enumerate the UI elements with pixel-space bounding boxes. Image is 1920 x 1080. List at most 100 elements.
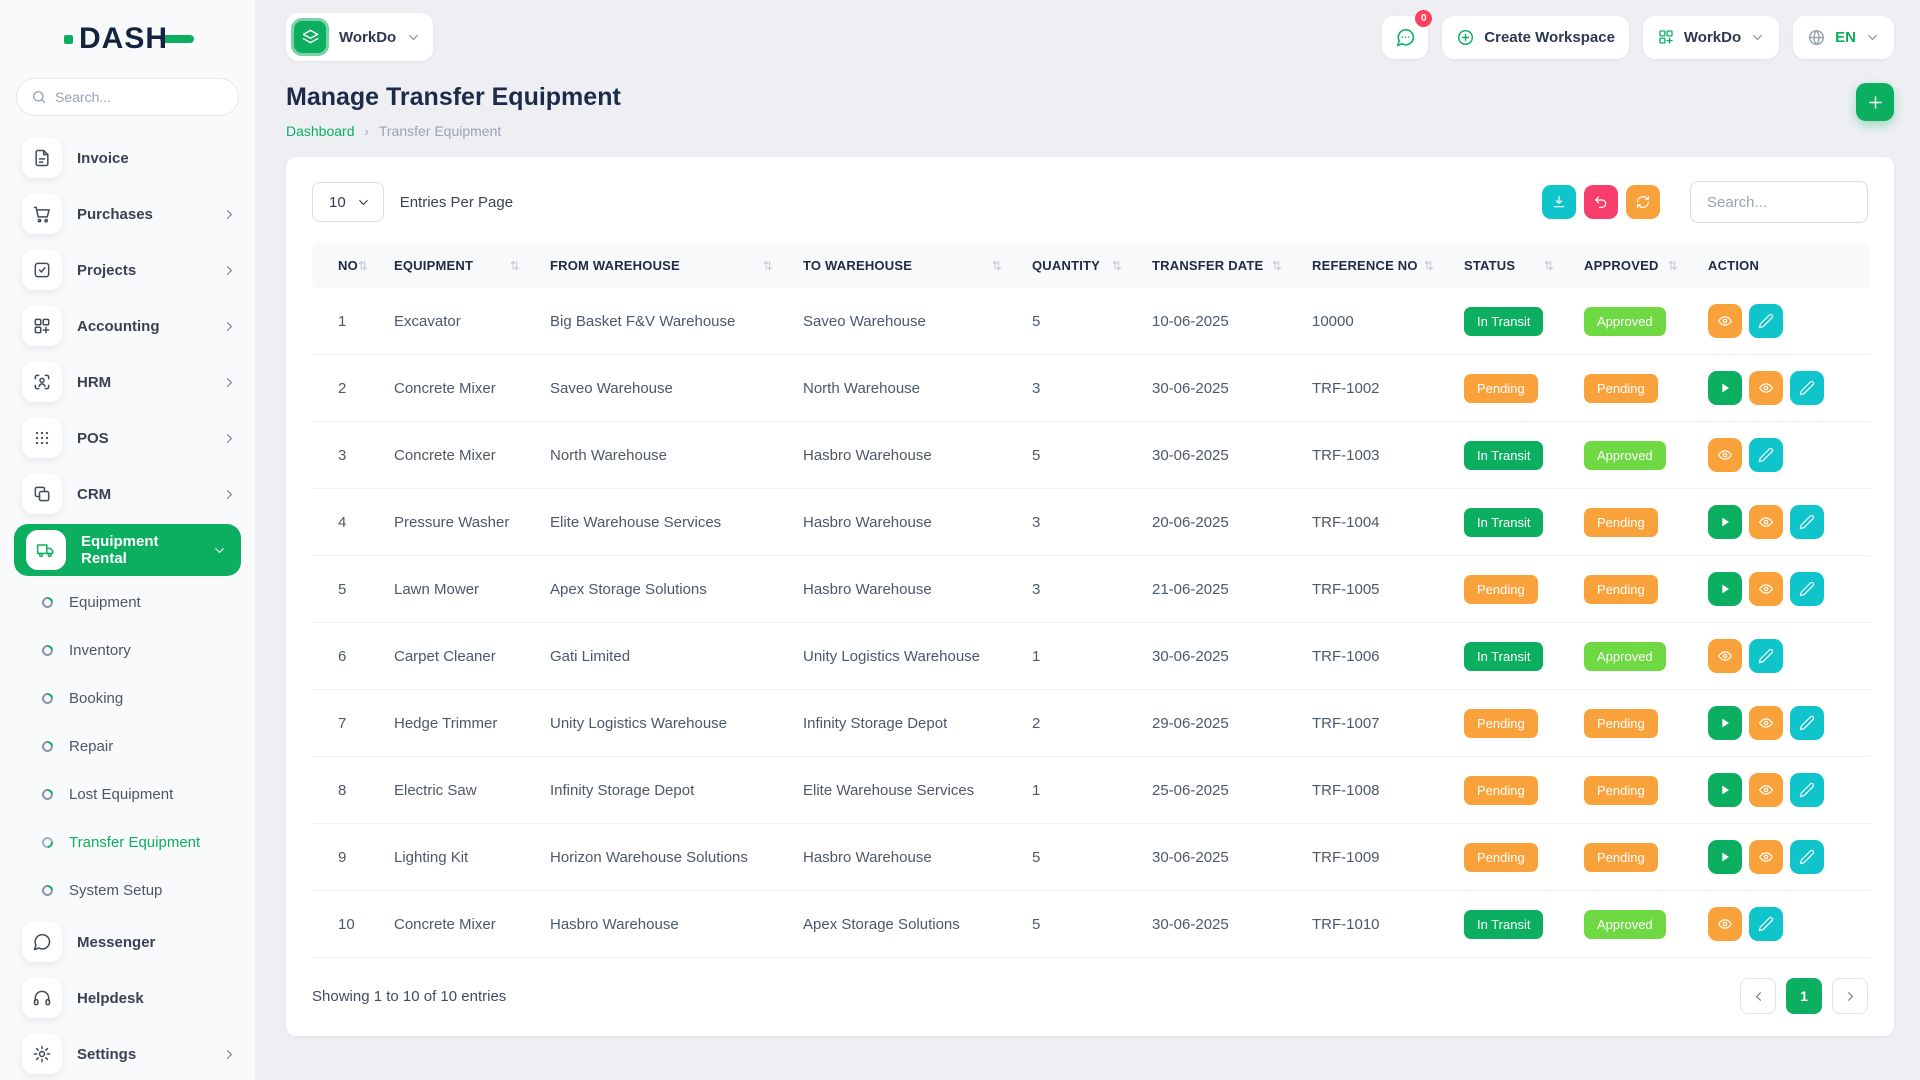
grid-plus-icon (1657, 28, 1675, 46)
edit-button[interactable] (1749, 639, 1783, 673)
language-selector[interactable]: EN (1793, 16, 1894, 59)
bullet-icon (40, 786, 55, 801)
view-button[interactable] (1708, 907, 1742, 941)
column-header-from-warehouse[interactable]: FROM WAREHOUSE⇅ (540, 243, 793, 288)
cell-from-warehouse: Elite Warehouse Services (540, 489, 793, 556)
cell-quantity: 3 (1022, 556, 1142, 623)
edit-button[interactable] (1790, 572, 1824, 606)
view-button[interactable] (1708, 639, 1742, 673)
view-button[interactable] (1749, 773, 1783, 807)
view-button[interactable] (1749, 572, 1783, 606)
column-header-reference-no[interactable]: REFERENCE NO⇅ (1302, 243, 1454, 288)
column-header-status[interactable]: STATUS⇅ (1454, 243, 1574, 288)
edit-button[interactable] (1749, 304, 1783, 338)
start-transfer-button[interactable] (1708, 840, 1742, 874)
breadcrumb: Dashboard › Transfer Equipment (286, 123, 621, 139)
table-row: 3Concrete MixerNorth WarehouseHasbro War… (312, 422, 1870, 489)
edit-button[interactable] (1790, 371, 1824, 405)
sidebar-item-invoice[interactable]: Invoice (0, 130, 255, 186)
eye-icon (1717, 447, 1733, 463)
edit-button[interactable] (1749, 907, 1783, 941)
edit-button[interactable] (1790, 773, 1824, 807)
cell-quantity: 2 (1022, 690, 1142, 757)
add-transfer-button[interactable] (1856, 83, 1894, 121)
sort-icon: ⇅ (1272, 259, 1282, 273)
sidebar-item-pos[interactable]: POS (0, 410, 255, 466)
sidebar-item-messenger[interactable]: Messenger (0, 914, 255, 970)
breadcrumb-dashboard-link[interactable]: Dashboard (286, 123, 355, 139)
column-header-quantity[interactable]: QUANTITY⇅ (1022, 243, 1142, 288)
pagination-next-button[interactable] (1832, 978, 1868, 1014)
play-icon (1717, 849, 1733, 865)
sidebar-item-helpdesk[interactable]: Helpdesk (0, 970, 255, 1026)
sidebar-item-crm[interactable]: CRM (0, 466, 255, 522)
user-workspace-menu[interactable]: WorkDo (1643, 16, 1779, 59)
table-search-input[interactable] (1690, 181, 1868, 223)
view-button[interactable] (1749, 840, 1783, 874)
cell-no: 5 (312, 556, 384, 623)
sidebar-subitem-repair[interactable]: Repair (0, 722, 255, 770)
cell-reference-no: TRF-1008 (1302, 757, 1454, 824)
sidebar-item-purchases[interactable]: Purchases (0, 186, 255, 242)
workspace-selector[interactable]: WorkDo (286, 13, 433, 61)
start-transfer-button[interactable] (1708, 773, 1742, 807)
sidebar-subitem-booking[interactable]: Booking (0, 674, 255, 722)
status-badge: Pending (1464, 709, 1538, 738)
cell-to-warehouse: Hasbro Warehouse (793, 489, 1022, 556)
sidebar-item-accounting[interactable]: Accounting (0, 298, 255, 354)
pagination-prev-button[interactable] (1740, 978, 1776, 1014)
create-workspace-button[interactable]: Create Workspace (1442, 16, 1629, 59)
cell-no: 6 (312, 623, 384, 690)
edit-button[interactable] (1790, 706, 1824, 740)
view-button[interactable] (1749, 371, 1783, 405)
entries-per-page-select[interactable]: 10 (312, 182, 384, 222)
app-logo[interactable]: DASH (0, 0, 255, 68)
top-header: WorkDo 0 Create Workspace WorkDo EN (256, 0, 1920, 61)
chevron-down-icon (406, 30, 421, 45)
view-button[interactable] (1749, 505, 1783, 539)
start-transfer-button[interactable] (1708, 706, 1742, 740)
sidebar-subitem-transfer-equipment[interactable]: Transfer Equipment (0, 818, 255, 866)
cell-transfer-date: 30-06-2025 (1142, 891, 1302, 958)
sidebar-subitem-system-setup[interactable]: System Setup (0, 866, 255, 914)
sidebar-subitem-lost-equipment[interactable]: Lost Equipment (0, 770, 255, 818)
sidebar-item-hrm[interactable]: HRM (0, 354, 255, 410)
sidebar-item-settings[interactable]: Settings (0, 1026, 255, 1080)
edit-button[interactable] (1790, 840, 1824, 874)
refresh-button[interactable] (1626, 185, 1660, 219)
crm-icon (22, 474, 62, 514)
sidebar-item-projects[interactable]: Projects (0, 242, 255, 298)
view-button[interactable] (1708, 304, 1742, 338)
edit-button[interactable] (1790, 505, 1824, 539)
column-header-approved[interactable]: APPROVED⇅ (1574, 243, 1698, 288)
column-header-equipment[interactable]: EQUIPMENT⇅ (384, 243, 540, 288)
sidebar-item-equipment-rental[interactable]: Equipment Rental (14, 524, 241, 576)
start-transfer-button[interactable] (1708, 505, 1742, 539)
transfer-equipment-table: NO⇅EQUIPMENT⇅FROM WAREHOUSE⇅TO WAREHOUSE… (312, 243, 1870, 958)
purchases-icon (22, 194, 62, 234)
column-header-no[interactable]: NO⇅ (312, 243, 384, 288)
messages-button[interactable]: 0 (1382, 16, 1428, 59)
export-button[interactable] (1542, 185, 1576, 219)
sidebar-search-input[interactable] (55, 89, 236, 105)
edit-button[interactable] (1749, 438, 1783, 472)
eye-icon (1758, 849, 1774, 865)
view-button[interactable] (1708, 438, 1742, 472)
table-row: 4Pressure WasherElite Warehouse Services… (312, 489, 1870, 556)
view-button[interactable] (1749, 706, 1783, 740)
pencil-icon (1799, 849, 1815, 865)
start-transfer-button[interactable] (1708, 371, 1742, 405)
cell-transfer-date: 20-06-2025 (1142, 489, 1302, 556)
undo-button[interactable] (1584, 185, 1618, 219)
pagination-page-1-button[interactable]: 1 (1786, 978, 1822, 1014)
cell-equipment: Lawn Mower (384, 556, 540, 623)
column-header-transfer-date[interactable]: TRANSFER DATE⇅ (1142, 243, 1302, 288)
chevron-right-icon (222, 319, 237, 334)
sidebar-subitem-inventory[interactable]: Inventory (0, 626, 255, 674)
sort-icon: ⇅ (358, 259, 368, 273)
chevron-right-icon (222, 375, 237, 390)
sidebar-subitem-equipment[interactable]: Equipment (0, 578, 255, 626)
start-transfer-button[interactable] (1708, 572, 1742, 606)
bullet-icon (40, 642, 55, 657)
column-header-to-warehouse[interactable]: TO WAREHOUSE⇅ (793, 243, 1022, 288)
